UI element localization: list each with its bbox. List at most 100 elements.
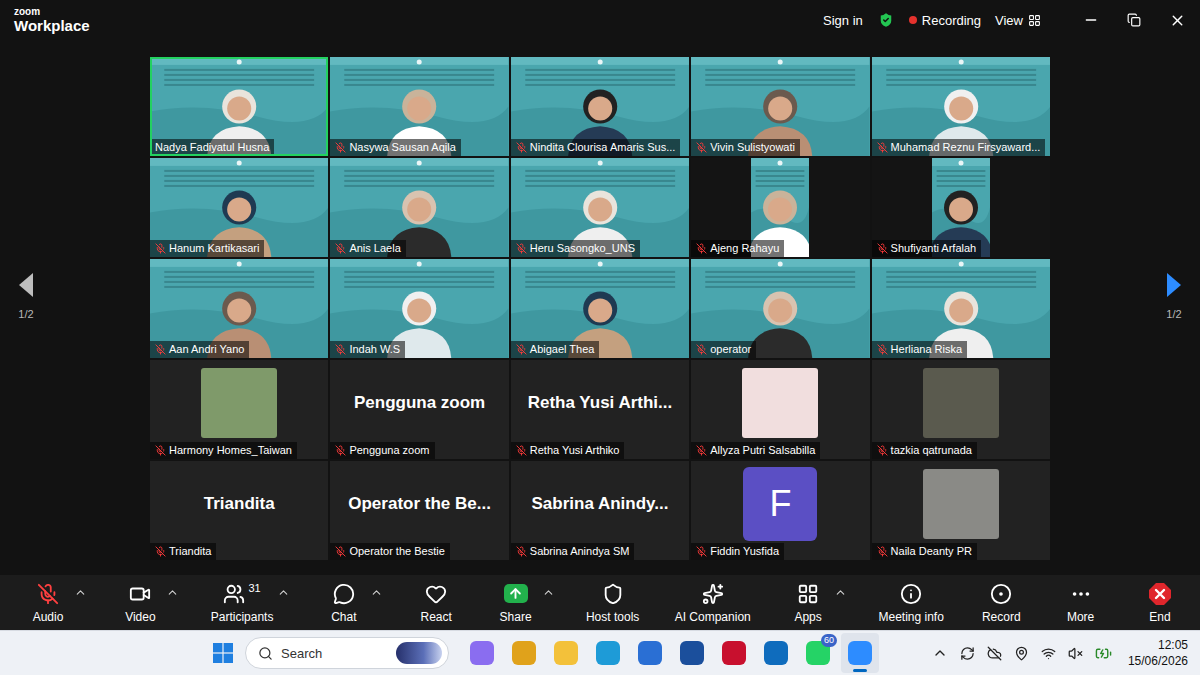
participant-tile[interactable]: Retha Yusi Arthi...Retha Yusi Arthiko: [511, 360, 689, 459]
participant-tile[interactable]: Anis Laela: [330, 158, 508, 257]
title-bar: zoomWorkplaceSign inRecordingView: [0, 0, 1200, 40]
participant-tile[interactable]: Heru Sasongko_UNS: [511, 158, 689, 257]
toolbar-button[interactable]: Meeting info: [874, 580, 947, 626]
taskbar-app[interactable]: 60: [799, 633, 837, 673]
participant-tile[interactable]: Naila Deanty PR: [872, 461, 1050, 560]
options-caret[interactable]: [370, 580, 383, 599]
toolbar-button[interactable]: Video: [114, 580, 166, 626]
taskbar-app[interactable]: [841, 633, 879, 673]
sync-icon[interactable]: [960, 646, 975, 661]
location-icon[interactable]: [1014, 646, 1029, 661]
participant-tile[interactable]: Sabrina Anindy...Sabrina Anindya SM: [511, 461, 689, 560]
muted-microphone-icon: [696, 546, 707, 557]
caret-icon[interactable]: [370, 586, 383, 599]
participant-tile[interactable]: Herliana Riska: [872, 259, 1050, 358]
participant-tile[interactable]: tazkia qatrunada: [872, 360, 1050, 459]
caret-icon[interactable]: [542, 586, 555, 599]
muted-microphone-icon: [877, 344, 888, 355]
taskbar-app[interactable]: [589, 633, 627, 673]
toolbar-item: More: [1055, 580, 1107, 626]
participant-tile[interactable]: Hanum Kartikasari: [150, 158, 328, 257]
name-label: Fiddin Yusfida: [691, 543, 784, 560]
restore-icon[interactable]: [1127, 13, 1141, 27]
toolbar-button[interactable]: AI Companion: [671, 580, 755, 626]
participant-tile[interactable]: Allyza Putri Salsabilla: [691, 360, 869, 459]
search-box[interactable]: Search: [245, 637, 449, 669]
taskbar-app[interactable]: [505, 633, 543, 673]
participant-tile[interactable]: Nindita Clourisa Amaris Sus...: [511, 57, 689, 156]
muted-microphone-icon: [155, 344, 166, 355]
caret-icon[interactable]: [166, 586, 179, 599]
toolbar-button[interactable]: React: [410, 580, 462, 626]
name-label: Retha Yusi Arthiko: [511, 442, 625, 459]
windows-logo-icon: [213, 643, 233, 663]
toolbar-button[interactable]: Apps: [782, 580, 834, 626]
taskbar-app[interactable]: [715, 633, 753, 673]
options-caret[interactable]: [277, 580, 290, 599]
muted-microphone-icon: [877, 243, 888, 254]
toolbar-button[interactable]: More: [1055, 580, 1107, 626]
hidden-icons-icon[interactable]: [932, 645, 948, 661]
view-button[interactable]: View: [995, 13, 1041, 28]
participant-tile[interactable]: Shufiyanti Arfalah: [872, 158, 1050, 257]
toolbar-item: 31Participants: [207, 580, 291, 626]
participant-tile[interactable]: FFiddin Yusfida: [691, 461, 869, 560]
muted-microphone-icon: [696, 142, 707, 153]
wifi-icon[interactable]: [1041, 646, 1056, 661]
options-caret[interactable]: [542, 580, 555, 599]
participant-tile[interactable]: Vivin Sulistyowati: [691, 57, 869, 156]
muted-microphone-icon: [155, 445, 166, 456]
minimize-icon[interactable]: [1083, 12, 1099, 28]
participant-tile[interactable]: Pengguna zoomPengguna zoom: [330, 360, 508, 459]
next-page-icon[interactable]: [1166, 272, 1182, 298]
taskbar-app[interactable]: [463, 633, 501, 673]
participant-tile[interactable]: TrianditaTriandita: [150, 461, 328, 560]
participant-tile[interactable]: Muhamad Reznu Firsyaward...: [872, 57, 1050, 156]
toolbar-button[interactable]: Share: [490, 580, 542, 626]
close-icon[interactable]: [1169, 12, 1186, 29]
app-icon: [596, 641, 620, 665]
taskbar-app[interactable]: [673, 633, 711, 673]
app-icon: [680, 641, 704, 665]
participant-tile[interactable]: Operator the Be...Operator the Bestie: [330, 461, 508, 560]
previous-page-icon[interactable]: [18, 272, 34, 298]
taskbar-app[interactable]: [757, 633, 795, 673]
participant-tile[interactable]: Ajeng Rahayu: [691, 158, 869, 257]
caret-icon[interactable]: [277, 586, 290, 599]
caret-icon[interactable]: [834, 586, 847, 599]
taskbar-app[interactable]: [547, 633, 585, 673]
participant-tile[interactable]: operator: [691, 259, 869, 358]
sign-in-link[interactable]: Sign in: [823, 13, 863, 28]
cloud-off-icon[interactable]: [987, 646, 1002, 661]
participant-tile[interactable]: Aan Andri Yano: [150, 259, 328, 358]
toolbar-button[interactable]: Record: [975, 580, 1027, 626]
participant-tile[interactable]: Nasywa Sausan Aqila: [330, 57, 508, 156]
options-caret[interactable]: [74, 580, 87, 599]
caret-icon[interactable]: [74, 586, 87, 599]
battery-icon[interactable]: [1095, 645, 1112, 662]
apps-icon: [797, 583, 819, 605]
start-button[interactable]: [205, 635, 241, 671]
participant-tile[interactable]: Abigael Thea: [511, 259, 689, 358]
participant-tile[interactable]: Indah W.S: [330, 259, 508, 358]
end-button[interactable]: End: [1134, 580, 1186, 626]
participant-tile[interactable]: Nadya Fadiyatul Husna: [150, 57, 328, 156]
security-shield-icon[interactable]: [877, 11, 895, 29]
participant-count: 31: [248, 582, 260, 594]
toolbar-button[interactable]: Chat: [318, 580, 370, 626]
toolbar-button[interactable]: Audio: [22, 580, 74, 626]
volume-muted-icon[interactable]: [1068, 646, 1083, 661]
previous-page[interactable]: 1/2: [18, 272, 34, 320]
clock[interactable]: 12:0515/06/2026: [1128, 637, 1188, 669]
toolbar-button[interactable]: 31Participants: [207, 580, 278, 626]
muted-microphone-icon: [516, 243, 527, 254]
muted-microphone-icon: [335, 445, 346, 456]
taskbar-app[interactable]: [631, 633, 669, 673]
toolbar-button[interactable]: Host tools: [582, 580, 643, 626]
name-label: Aan Andri Yano: [150, 341, 249, 358]
options-caret[interactable]: [834, 580, 847, 599]
profile-picture: [923, 368, 999, 438]
next-page[interactable]: 1/2: [1166, 272, 1182, 320]
participant-tile[interactable]: Harmony Homes_Taiwan: [150, 360, 328, 459]
options-caret[interactable]: [166, 580, 179, 599]
